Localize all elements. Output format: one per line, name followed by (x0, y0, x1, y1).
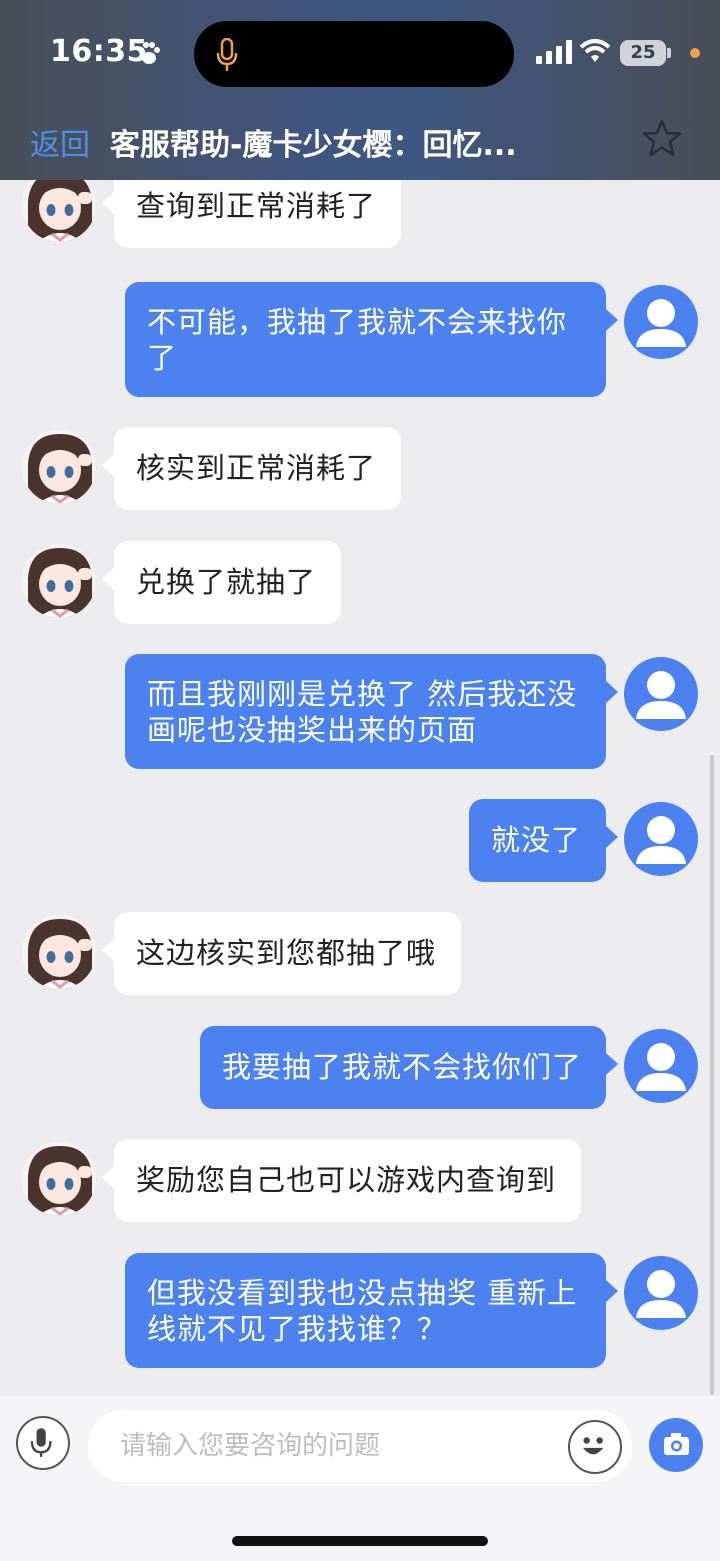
agent-avatar-icon (22, 1142, 96, 1216)
agent-avatar[interactable] (22, 915, 96, 989)
user-avatar[interactable] (624, 1029, 698, 1103)
voice-input-button[interactable] (16, 1416, 70, 1470)
bubble-tail (606, 826, 618, 848)
user-avatar[interactable] (624, 657, 698, 731)
bubble-tail (102, 1166, 114, 1188)
agent-avatar-icon (22, 180, 96, 242)
user-avatar-icon (636, 299, 686, 347)
header: 16:35 25 返回 客服帮助-魔卡少女樱：回忆... (0, 0, 720, 180)
user-message-bubble[interactable]: 就没了 (469, 799, 606, 882)
input-bar (0, 1396, 720, 1561)
user-avatar-icon (636, 816, 686, 864)
paw-icon (138, 42, 160, 64)
bubble-tail (102, 454, 114, 476)
bubble-tail (102, 939, 114, 961)
user-message-bubble[interactable]: 我要抽了我就不会找你们了 (200, 1026, 606, 1109)
message-input[interactable] (88, 1410, 632, 1482)
smiley-icon (582, 1437, 604, 1455)
user-message-bubble[interactable]: 不可能，我抽了我就不会来找你 了 (125, 282, 606, 397)
agent-avatar[interactable] (22, 544, 96, 618)
user-message-bubble[interactable]: 但我没看到我也没点抽奖 重新上 线就不见了我找谁？？ (125, 1253, 606, 1368)
agent-message-bubble[interactable]: 这边核实到您都抽了哦 (114, 912, 461, 995)
star-icon[interactable] (642, 118, 682, 158)
agent-avatar-icon (22, 915, 96, 989)
agent-avatar[interactable] (22, 1142, 96, 1216)
bubble-tail (606, 309, 618, 331)
agent-message-bubble[interactable]: 核实到正常消耗了 (114, 427, 401, 510)
user-avatar-icon (636, 671, 686, 719)
privacy-indicator-dot (690, 48, 700, 58)
scrollbar[interactable] (710, 755, 714, 1395)
user-avatar[interactable] (624, 1256, 698, 1330)
page-title: 客服帮助-魔卡少女樱：回忆... (110, 128, 517, 163)
agent-avatar-icon (22, 430, 96, 504)
agent-message-bubble[interactable]: 查询到正常消耗了 (114, 180, 401, 248)
back-link[interactable]: 返回 (30, 120, 90, 164)
agent-avatar[interactable] (22, 180, 96, 242)
battery-indicator: 25 (620, 40, 666, 66)
user-avatar-icon (636, 1043, 686, 1091)
bubble-tail (102, 192, 114, 214)
user-avatar-icon (636, 1270, 686, 1318)
bubble-tail (606, 1280, 618, 1302)
agent-message-bubble[interactable]: 兑换了就抽了 (114, 541, 341, 624)
agent-message-bubble[interactable]: 奖励您自己也可以游戏内查询到 (114, 1139, 581, 1222)
battery-level: 25 (630, 42, 656, 63)
bubble-tail (102, 568, 114, 590)
agent-avatar[interactable] (22, 430, 96, 504)
agent-avatar-icon (22, 544, 96, 618)
status-time: 16:35 (50, 34, 148, 69)
chat-message-list[interactable]: 查询到正常消耗了不可能，我抽了我就不会来找你 了核实到正常消耗了 兑换了就抽了而且… (0, 180, 720, 1396)
microphone-active-icon (216, 38, 238, 71)
user-avatar[interactable] (624, 285, 698, 359)
user-message-bubble[interactable]: 而且我刚刚是兑换了 然后我还没 画呢也没抽奖出来的页面 (125, 654, 606, 769)
dynamic-island (194, 21, 514, 87)
battery-cap (667, 48, 671, 58)
camera-button[interactable] (649, 1418, 703, 1472)
wifi-icon (580, 39, 610, 62)
emoji-button[interactable] (568, 1420, 622, 1474)
bubble-tail (606, 681, 618, 703)
cellular-signal-icon (536, 40, 572, 64)
camera-icon (664, 1433, 689, 1455)
user-avatar[interactable] (624, 802, 698, 876)
microphone-icon (30, 1428, 52, 1457)
home-indicator[interactable] (232, 1536, 488, 1546)
bubble-tail (606, 1053, 618, 1075)
